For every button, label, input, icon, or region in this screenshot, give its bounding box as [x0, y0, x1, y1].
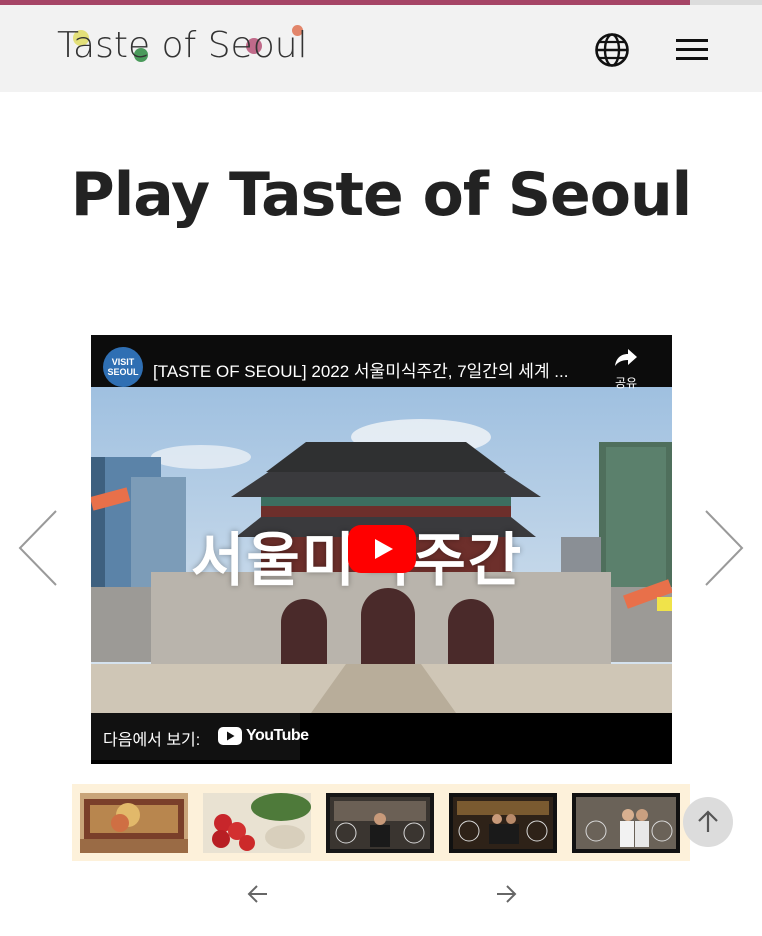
thumbnail-bar[interactable]	[449, 793, 557, 853]
chevron-left-icon[interactable]	[14, 508, 58, 588]
youtube-play-icon	[218, 727, 242, 745]
site-logo[interactable]: Taste of Seoul	[57, 25, 308, 66]
video-title[interactable]: [TASTE OF SEOUL] 2022 서울미식주간, 7일간의 세계 ..…	[153, 357, 568, 382]
share-label: 공유	[614, 376, 638, 390]
scroll-to-top-button[interactable]	[683, 797, 733, 847]
youtube-player[interactable]: 서울미식주간 VISIT SEOUL [TASTE OF SEOUL] 2022…	[91, 335, 672, 764]
video-thumbnails-strip	[72, 784, 690, 861]
page-title: Play Taste of Seoul	[70, 160, 692, 230]
watch-on-label: 다음에서 보기:	[103, 732, 201, 749]
globe-icon[interactable]	[594, 32, 630, 68]
thumbnail-chef[interactable]	[326, 793, 434, 853]
share-button[interactable]: 공유	[606, 347, 646, 390]
play-button[interactable]	[348, 525, 416, 573]
channel-avatar-text: VISIT SEOUL	[107, 357, 139, 377]
thumbnail-apples[interactable]	[203, 793, 311, 853]
site-header: Taste of Seoul	[0, 5, 762, 92]
thumbnail-giftbox[interactable]	[80, 793, 188, 853]
youtube-title-bar: VISIT SEOUL [TASTE OF SEOUL] 2022 서울미식주간…	[91, 335, 672, 390]
channel-avatar[interactable]: VISIT SEOUL	[103, 347, 143, 387]
hamburger-menu-icon[interactable]	[674, 35, 710, 65]
arrow-left-icon[interactable]	[244, 880, 272, 908]
youtube-logo: YouTube	[218, 725, 309, 747]
watch-on-youtube-link[interactable]: 다음에서 보기: YouTube	[91, 713, 309, 760]
chevron-right-icon[interactable]	[704, 508, 748, 588]
youtube-label: YouTube	[246, 727, 309, 744]
arrow-right-icon[interactable]	[492, 880, 520, 908]
thumbnail-chefs-pair[interactable]	[572, 793, 680, 853]
arrow-up-icon	[698, 810, 718, 832]
share-icon	[615, 349, 637, 366]
